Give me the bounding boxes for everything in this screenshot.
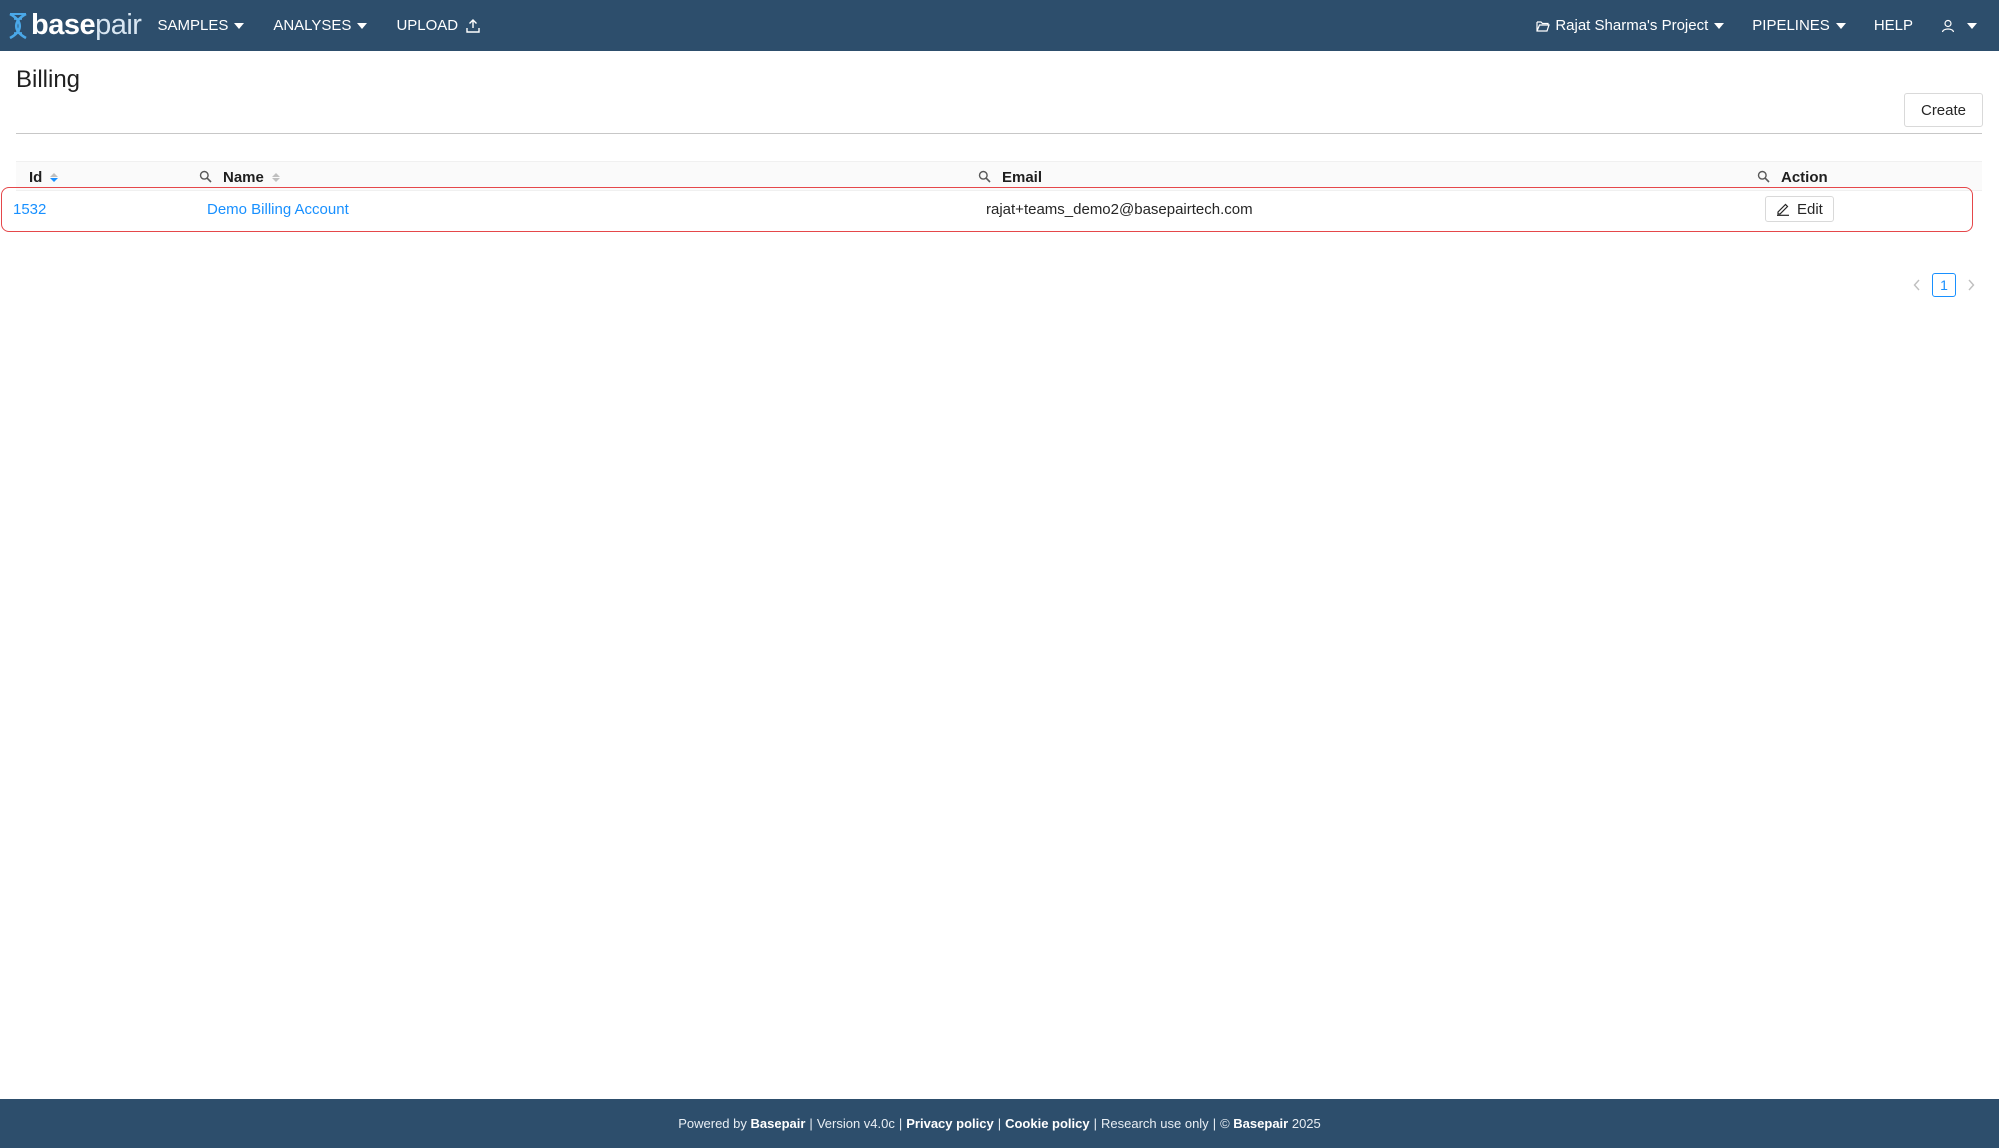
footer-research: Research use only (1101, 1116, 1209, 1131)
brand-name-bold: base (31, 9, 96, 41)
header-divider (16, 133, 1982, 134)
row-id-link[interactable]: 1532 (13, 201, 46, 218)
user-icon (1941, 19, 1955, 32)
footer-copyright-symbol: © (1220, 1116, 1230, 1131)
chevron-right-icon (1968, 279, 1975, 291)
column-header-name-label: Name (223, 168, 264, 186)
footer-separator: | (898, 1116, 903, 1131)
caret-down-icon (234, 22, 245, 29)
column-header-id-label: Id (29, 168, 43, 186)
edit-button[interactable]: Edit (1765, 196, 1834, 222)
sort-down-icon (50, 177, 59, 182)
row-action-cell: Edit (1765, 188, 1834, 230)
footer-year: 2025 (1291, 1116, 1321, 1131)
row-email-cell: rajat+teams_demo2@basepairtech.com (986, 188, 1253, 230)
caret-down-icon (357, 22, 368, 29)
top-navbar: basepair SAMPLES ANALYSES UPLOAD Rajat S… (0, 0, 1999, 51)
pagination-page[interactable]: 1 (1932, 273, 1956, 297)
sort-icon (50, 172, 59, 182)
user-menu[interactable] (1941, 19, 1977, 33)
pagination-prev[interactable] (1908, 273, 1926, 297)
row-name-cell: Demo Billing Account (207, 188, 349, 230)
pagination-next[interactable] (1962, 273, 1980, 297)
caret-down-icon (1714, 22, 1725, 29)
caret-down-icon (1835, 22, 1846, 29)
footer: Powered by Basepair | Version v4.0c | Pr… (0, 1099, 1999, 1148)
footer-separator: | (1093, 1116, 1098, 1131)
sort-icon (271, 172, 280, 182)
nav-upload[interactable]: UPLOAD (396, 17, 480, 34)
row-name-link[interactable]: Demo Billing Account (207, 201, 349, 218)
folder-open-icon (1536, 20, 1551, 32)
nav-help-label: HELP (1873, 17, 1913, 34)
nav-pipelines-label: PIPELINES (1752, 17, 1830, 34)
footer-version: Version v4.0c (816, 1116, 895, 1131)
page-title: Billing (16, 66, 81, 93)
create-button[interactable]: Create (1904, 93, 1983, 127)
brand-logo-link[interactable]: basepair (7, 0, 142, 51)
edit-pencil-icon (1777, 203, 1789, 216)
id-search-icon[interactable] (199, 170, 212, 183)
chevron-left-icon (1913, 279, 1920, 291)
nav-analyses-label: ANALYSES (273, 17, 352, 34)
nav-left-menu: SAMPLES ANALYSES UPLOAD (157, 17, 509, 34)
nav-right-menu: Rajat Sharma's Project PIPELINES HELP (1536, 17, 1977, 34)
brand-name: basepair (31, 9, 142, 41)
sort-up-icon (271, 172, 280, 177)
table-row: 1532 Demo Billing Account rajat+teams_de… (1, 187, 1973, 232)
project-selector-label: Rajat Sharma's Project (1555, 17, 1709, 34)
footer-brand: Basepair (750, 1116, 806, 1131)
brand-name-light: pair (95, 9, 142, 41)
column-header-action-label: Action (1781, 168, 1828, 186)
nav-upload-label: UPLOAD (396, 17, 459, 34)
project-selector[interactable]: Rajat Sharma's Project (1536, 17, 1725, 34)
sort-down-icon (271, 177, 280, 182)
footer-separator: | (809, 1116, 813, 1131)
nav-help[interactable]: HELP (1874, 17, 1913, 34)
footer-cookie-link[interactable]: Cookie policy (1005, 1116, 1090, 1131)
email-search-icon[interactable] (1757, 170, 1770, 183)
edit-button-label: Edit (1797, 200, 1823, 218)
name-search-icon[interactable] (978, 170, 991, 183)
caret-down-icon (1967, 22, 1977, 29)
pagination: 1 (1908, 273, 1980, 297)
row-email-text: rajat+teams_demo2@basepairtech.com (986, 200, 1253, 218)
sort-up-icon (50, 172, 59, 177)
footer-copyright-brand: Basepair (1233, 1116, 1289, 1131)
row-id-cell: 1532 (13, 188, 46, 230)
nav-pipelines[interactable]: PIPELINES (1752, 17, 1846, 34)
dna-logo-icon (9, 12, 27, 39)
column-header-email-label: Email (1002, 168, 1043, 186)
footer-privacy-link[interactable]: Privacy policy (906, 1116, 993, 1131)
footer-separator: | (1212, 1116, 1217, 1131)
upload-icon (466, 18, 480, 33)
footer-powered-by: Powered by (678, 1116, 747, 1131)
footer-separator: | (997, 1116, 1002, 1131)
nav-samples-label: SAMPLES (157, 17, 229, 34)
nav-analyses[interactable]: ANALYSES (273, 17, 368, 34)
nav-samples[interactable]: SAMPLES (157, 17, 245, 34)
